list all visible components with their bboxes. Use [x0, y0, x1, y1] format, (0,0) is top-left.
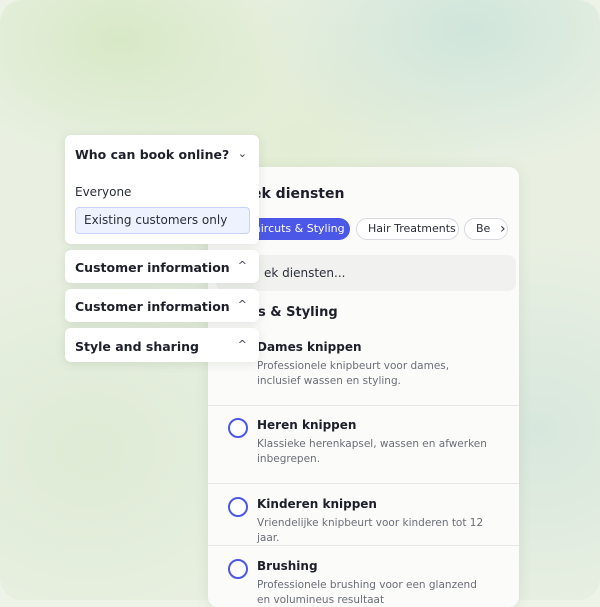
service-name: Heren knippen: [257, 418, 357, 432]
tab-haircuts-styling[interactable]: aircuts & Styling: [244, 218, 350, 240]
chevron-up-icon[interactable]: ^: [238, 338, 247, 351]
service-name: Kinderen knippen: [257, 497, 377, 511]
radio-button[interactable]: [228, 418, 248, 438]
section-heading: Customer information: [75, 260, 230, 275]
divider: [208, 405, 519, 406]
chevron-right-icon[interactable]: ›: [500, 220, 506, 238]
service-description: Vriendelijke knipbeurt voor kinderen tot…: [257, 517, 484, 544]
option-existing-customers[interactable]: Existing customers only: [75, 207, 250, 234]
booking-access-title[interactable]: Who can book online?: [75, 147, 229, 162]
service-name: Dames knippen: [257, 340, 362, 354]
service-description: Professionele knipbeurt voor dames, incl…: [257, 360, 450, 387]
section-title: s & Styling: [258, 305, 338, 320]
booking-access-card: Who can book online? ⌄ Everyone Existing…: [65, 135, 259, 244]
chevron-down-icon[interactable]: ⌄: [238, 147, 247, 160]
search-input[interactable]: ek diensten...: [216, 255, 516, 291]
customer-information-card[interactable]: Customer information ^: [65, 289, 259, 322]
radio-button[interactable]: [228, 497, 248, 517]
style-sharing-card[interactable]: Style and sharing ^: [65, 328, 259, 362]
divider: [208, 545, 519, 546]
option-everyone[interactable]: Everyone: [75, 185, 131, 199]
service-name: Brushing: [257, 559, 318, 573]
section-heading: Style and sharing: [75, 339, 199, 354]
service-description: Professionele brushing voor een glanzend…: [257, 579, 477, 606]
service-description: Klassieke herenkapsel, wassen en afwerke…: [257, 438, 487, 465]
panel-title: ek diensten: [252, 186, 345, 202]
chevron-up-icon[interactable]: ^: [238, 298, 247, 311]
chevron-up-icon[interactable]: ^: [238, 259, 247, 272]
customer-information-card[interactable]: Customer information ^: [65, 250, 259, 283]
section-heading: Customer information: [75, 299, 230, 314]
divider: [208, 483, 519, 484]
radio-button[interactable]: [228, 559, 248, 579]
tab-hair-treatments[interactable]: Hair Treatments: [356, 218, 459, 240]
